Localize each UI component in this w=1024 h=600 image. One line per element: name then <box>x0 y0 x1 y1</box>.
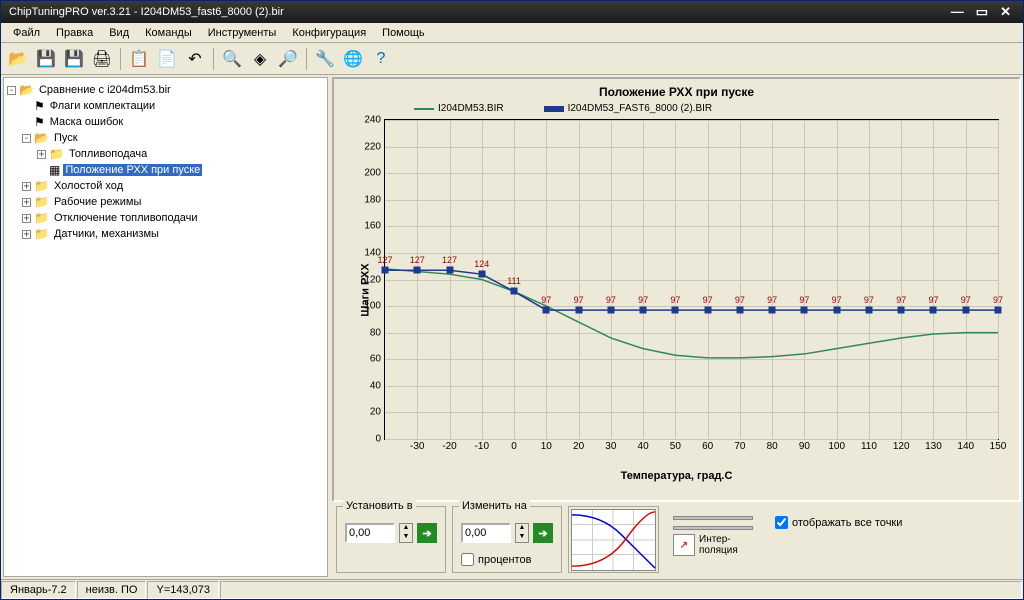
x-axis-label: Температура, град.C <box>334 470 1019 482</box>
zoom-icon[interactable]: 🔎 <box>275 46 301 72</box>
copy-icon[interactable]: 📋 <box>126 46 152 72</box>
tree-pusk[interactable]: -📂Пуск <box>4 130 327 146</box>
folder-icon: 📁 <box>34 195 49 209</box>
bottom-controls: Установить в ▲▼ ➔ Изменить на ▲▼ ➔ проце… <box>332 502 1021 577</box>
open-icon[interactable]: 📂 <box>5 46 31 72</box>
saveas-icon[interactable]: 💾 <box>61 46 87 72</box>
set-apply-button[interactable]: ➔ <box>417 523 437 543</box>
legend-item-1: I204DM53.BIR <box>438 103 504 114</box>
menu-edit[interactable]: Правка <box>48 25 101 41</box>
showall-group: отображать все точки <box>767 506 910 573</box>
folder-icon: 📁 <box>34 227 49 241</box>
chart-panel: Положение РХХ при пуске I204DM53.BIR I20… <box>332 77 1021 577</box>
minichart-group <box>568 506 659 573</box>
slider-2[interactable] <box>673 526 753 530</box>
titlebar: ChipTuningPRO ver.3.21 - I204DM53_fast6_… <box>1 1 1023 23</box>
close-button[interactable]: ✕ <box>1000 4 1011 20</box>
legend-item-2: I204DM53_FAST6_8000 (2).BIR <box>568 103 713 114</box>
folder-icon: 📁 <box>49 147 64 161</box>
folder-icon: 📂 <box>19 83 34 97</box>
percent-checkbox[interactable] <box>461 553 474 566</box>
tree-pxx[interactable]: ▦Положение РХХ при пуске <box>4 162 327 178</box>
change-input[interactable] <box>461 523 511 543</box>
paste-icon[interactable]: 📄 <box>154 46 180 72</box>
menubar: Файл Правка Вид Команды Инструменты Конф… <box>1 23 1023 43</box>
tree-flags[interactable]: ⚑Флаги комплектации <box>4 98 327 114</box>
tree-fuel[interactable]: +📁Топливоподача <box>4 146 327 162</box>
slider-1[interactable] <box>673 516 753 520</box>
statusbar: Январь-7.2 неизв. ПО Y=143,073 <box>1 579 1023 599</box>
percent-label: процентов <box>478 554 531 566</box>
maximize-button[interactable]: ▭ <box>976 4 988 20</box>
tree-panel[interactable]: -📂Сравнение с i204dm53.bir ⚑Флаги компле… <box>3 77 328 577</box>
legend: I204DM53.BIR I204DM53_FAST6_8000 (2).BIR <box>414 103 712 114</box>
tree-idle[interactable]: +📁Холостой ход <box>4 178 327 194</box>
status-empty <box>220 581 1022 599</box>
menu-view[interactable]: Вид <box>101 25 137 41</box>
set-label: Установить в <box>343 500 416 512</box>
interp-icon[interactable]: ↗ <box>673 534 695 556</box>
set-group: Установить в ▲▼ ➔ <box>336 506 446 573</box>
change-label: Изменить на <box>459 500 530 512</box>
change-spin[interactable]: ▲▼ <box>515 523 529 543</box>
mask-icon: ⚑ <box>34 115 45 129</box>
status-fw: неизв. ПО <box>77 581 147 599</box>
tree-root[interactable]: -📂Сравнение с i204dm53.bir <box>4 82 327 98</box>
main-window: ChipTuningPRO ver.3.21 - I204DM53_fast6_… <box>0 0 1024 600</box>
change-group: Изменить на ▲▼ ➔ процентов <box>452 506 562 573</box>
tree-sensors[interactable]: +📁Датчики, механизмы <box>4 226 327 242</box>
workarea: -📂Сравнение с i204dm53.bir ⚑Флаги компле… <box>1 75 1023 579</box>
mini-chart[interactable] <box>571 509 656 571</box>
tool1-icon[interactable]: 🔧 <box>312 46 338 72</box>
slider-interp-group: ↗ Интер- поляция <box>665 506 761 573</box>
save-icon[interactable]: 💾 <box>33 46 59 72</box>
change-apply-button[interactable]: ➔ <box>533 523 553 543</box>
set-input[interactable] <box>345 523 395 543</box>
folder-icon: 📂 <box>34 131 49 145</box>
set-spin[interactable]: ▲▼ <box>399 523 413 543</box>
tree-errmask[interactable]: ⚑Маска ошибок <box>4 114 327 130</box>
showall-checkbox[interactable] <box>775 516 788 529</box>
info-icon[interactable]: ◈ <box>247 46 273 72</box>
minimize-button[interactable]: — <box>951 4 964 20</box>
tree-cutoff[interactable]: +📁Отключение топливоподачи <box>4 210 327 226</box>
folder-icon: 📁 <box>34 179 49 193</box>
window-title: ChipTuningPRO ver.3.21 - I204DM53_fast6_… <box>5 6 951 18</box>
menu-file[interactable]: Файл <box>5 25 48 41</box>
flags-icon: ⚑ <box>34 99 45 113</box>
status-coord: Y=143,073 <box>147 581 219 599</box>
folder-icon: 📁 <box>34 211 49 225</box>
tool2-icon[interactable]: 🌐 <box>340 46 366 72</box>
menu-tools[interactable]: Инструменты <box>200 25 285 41</box>
window-buttons: — ▭ ✕ <box>951 4 1019 20</box>
map-icon: ▦ <box>49 163 60 177</box>
interp-label: Интер- поляция <box>699 534 738 556</box>
print-icon[interactable]: 🖨 <box>89 46 115 72</box>
chart-title: Положение РХХ при пуске <box>334 85 1019 99</box>
plot-area[interactable]: 020406080100120140160180200220240-30-20-… <box>384 119 999 440</box>
chart-area: Положение РХХ при пуске I204DM53.BIR I20… <box>332 77 1021 502</box>
undo-icon[interactable]: ↶ <box>182 46 208 72</box>
menu-help[interactable]: Помощь <box>374 25 433 41</box>
find-icon[interactable]: 🔍 <box>219 46 245 72</box>
tree-work[interactable]: +📁Рабочие режимы <box>4 194 327 210</box>
toolbar: 📂 💾 💾 🖨 📋 📄 ↶ 🔍 ◈ 🔎 🔧 🌐 ? <box>1 43 1023 75</box>
showall-label: отображать все точки <box>792 517 902 529</box>
status-ecu: Январь-7.2 <box>1 581 76 599</box>
help-icon[interactable]: ? <box>368 46 394 72</box>
menu-commands[interactable]: Команды <box>137 25 200 41</box>
menu-config[interactable]: Конфигурация <box>284 25 374 41</box>
